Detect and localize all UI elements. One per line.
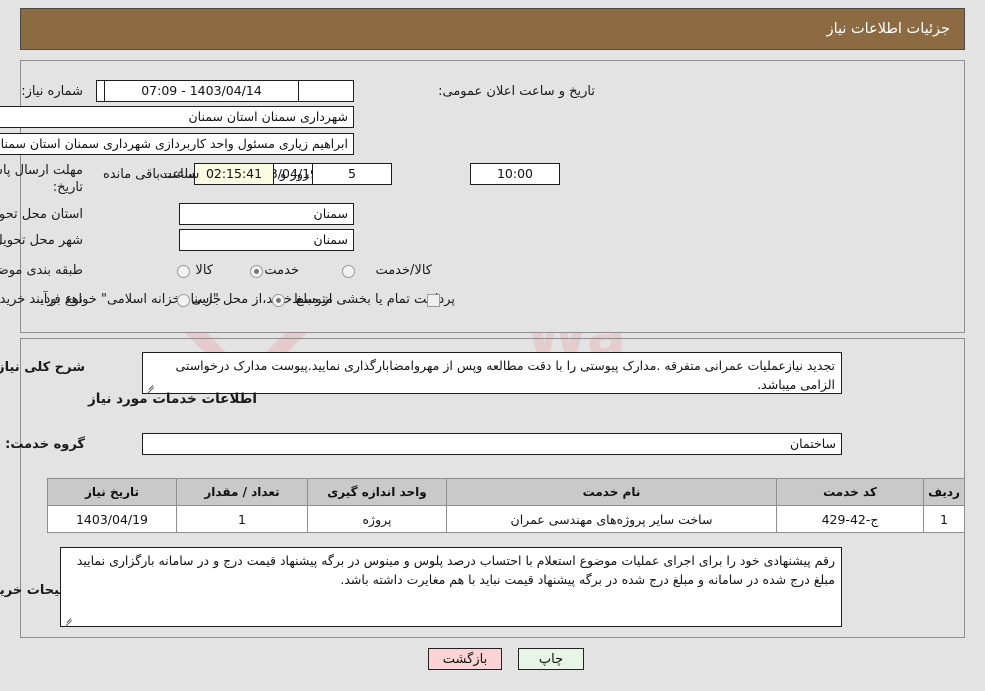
cell-row: 1 [923, 505, 965, 533]
th-date: تاریخ نیاز [47, 478, 177, 506]
requester-value: ابراهیم زیاری مسئول واحد کاربردازی شهردا… [0, 133, 354, 155]
cell-unit: پروژه [307, 505, 447, 533]
table-header-row: ردیف کد خدمت نام خدمت واحد اندازه گیری ت… [47, 478, 965, 506]
description-textarea[interactable] [142, 352, 842, 394]
page-title: جزئیات اطلاعات نیاز [826, 21, 950, 37]
th-code: کد خدمت [776, 478, 924, 506]
cell-quantity: 1 [176, 505, 308, 533]
treasury-bond-label: پرداخت تمام یا بخشی از مبلغ خرید،از محل … [40, 292, 455, 307]
days-remaining-value: 5 [312, 163, 392, 185]
category-label: طبقه بندی موضوعی: [0, 263, 83, 278]
th-unit: واحد اندازه گیری [307, 478, 447, 506]
need-details-page: AriaTender.net Wa جزئیات اطلاعات نیاز شم… [0, 0, 985, 691]
need-number-label: شماره نیاز: [21, 84, 83, 99]
province-label: استان محل تحویل: [0, 207, 83, 222]
radio-purchase-jozi[interactable] [177, 294, 190, 307]
service-group-label: گروه خدمت: [5, 437, 85, 452]
service-group-value: ساختمان [142, 433, 842, 455]
radio-category-kala[interactable] [177, 265, 190, 278]
city-label: شهر محل تحویل: [0, 233, 83, 248]
radio-category-kala-khedmat-label: کالا/خدمت [375, 263, 432, 278]
days-word-label: روز و [280, 167, 310, 182]
countdown-value: 02:15:41 [194, 163, 274, 185]
description-label: شرح کلی نیاز: [0, 360, 85, 375]
province-value: سمنان [179, 203, 354, 225]
buyer-org-value: شهرداری سمنان استان سمنان [0, 106, 354, 128]
city-value: سمنان [179, 229, 354, 251]
radio-category-kala-khedmat[interactable] [342, 265, 355, 278]
deadline-time-value: 10:00 [470, 163, 560, 185]
announce-datetime-value: 1403/04/14 - 07:09 [104, 80, 299, 102]
page-header: جزئیات اطلاعات نیاز [20, 8, 965, 50]
radio-category-khedmat-label: خدمت [264, 263, 299, 278]
print-button[interactable]: چاپ [518, 648, 584, 670]
treasury-bond-checkbox[interactable] [427, 294, 440, 307]
cell-code: ج-42-429 [776, 505, 924, 533]
radio-category-kala-label: کالا [195, 263, 213, 278]
cell-name: ساخت سایر پروژه‌های مهندسی عمران [446, 505, 777, 533]
countdown-suffix-label: ساعت باقی مانده [103, 167, 200, 182]
table-row: 1 ج-42-429 ساخت سایر پروژه‌های مهندسی عم… [47, 505, 965, 533]
th-quantity: تعداد / مقدار [176, 478, 308, 506]
back-button[interactable]: بازگشت [428, 648, 502, 670]
th-row: ردیف [923, 478, 965, 506]
deadline-label-part1: مهلت ارسال پاسخ: تا [0, 163, 83, 178]
deadline-label-part2: تاریخ: [52, 180, 83, 195]
radio-purchase-motavasset[interactable] [272, 294, 285, 307]
announce-datetime-label: تاریخ و ساعت اعلان عمومی: [438, 84, 595, 99]
buyer-notes-textarea[interactable] [60, 547, 842, 627]
cell-date: 1403/04/19 [47, 505, 177, 533]
radio-category-khedmat[interactable] [250, 265, 263, 278]
th-name: نام خدمت [446, 478, 777, 506]
services-table: ردیف کد خدمت نام خدمت واحد اندازه گیری ت… [47, 478, 965, 533]
services-section-heading: اطلاعات خدمات مورد نیاز [87, 391, 257, 407]
